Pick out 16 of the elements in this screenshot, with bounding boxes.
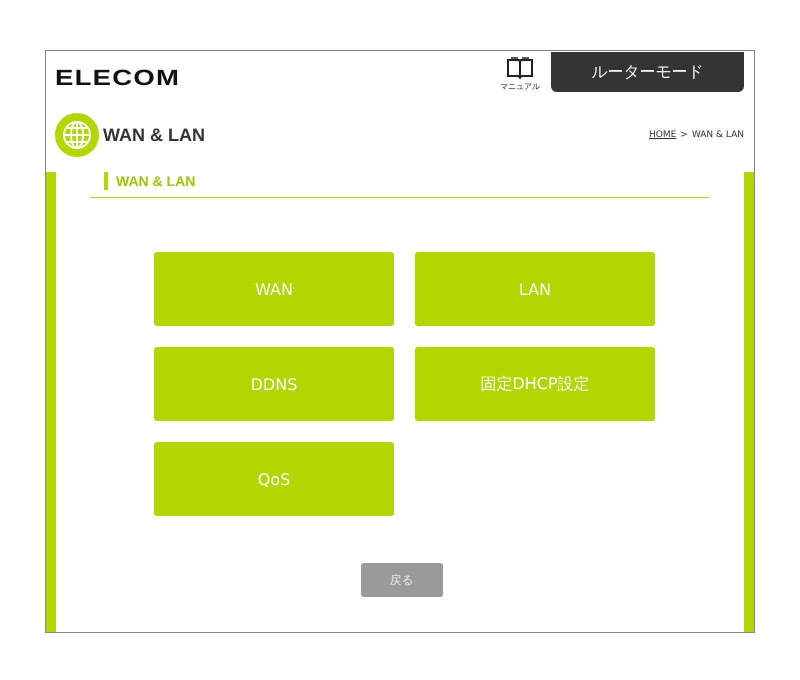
- menu-button[interactable]: QoS: [154, 442, 394, 516]
- manual-link[interactable]: マニュアル: [500, 81, 540, 92]
- menu-button[interactable]: LAN: [415, 252, 655, 326]
- book-icon[interactable]: [506, 57, 534, 79]
- mode-tab[interactable]: ルーターモード: [551, 52, 744, 92]
- menu-button[interactable]: DDNS: [154, 347, 394, 421]
- page-title: WAN & LAN: [103, 124, 205, 146]
- home-link[interactable]: HOME: [648, 130, 676, 140]
- logo: ELECOM: [55, 65, 180, 91]
- breadcrumb-separator: >: [680, 130, 688, 140]
- breadcrumb-current: WAN & LAN: [692, 130, 744, 140]
- back-button[interactable]: 戻る: [360, 563, 442, 597]
- section-heading: WAN & LAN: [104, 172, 196, 190]
- globe-icon: [55, 113, 99, 157]
- menu-button[interactable]: WAN: [154, 252, 394, 326]
- menu-button[interactable]: 固定DHCP設定: [415, 347, 655, 421]
